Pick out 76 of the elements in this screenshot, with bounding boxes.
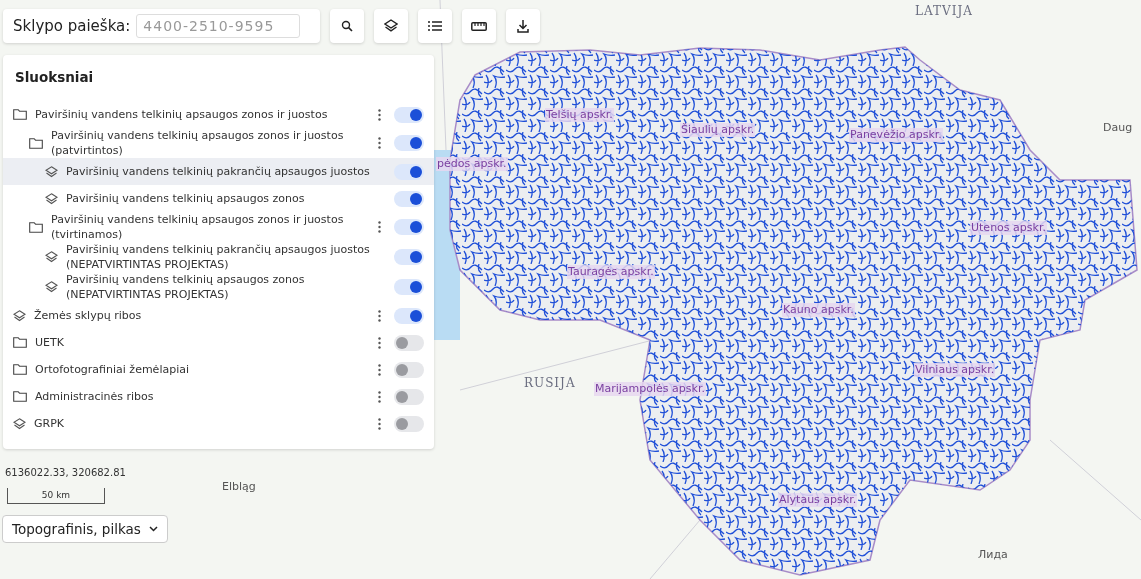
more-icon[interactable] [377, 137, 381, 149]
toggle-switch[interactable] [394, 415, 424, 432]
more-icon[interactable] [377, 363, 381, 376]
search-label: Sklypo paieška: [13, 17, 131, 35]
folder-icon [29, 137, 43, 149]
map-label: Marijampolės apskr. [594, 382, 706, 396]
map-label: Alytaus apskr. [778, 493, 858, 507]
map-label: Utenos apskr. [970, 221, 1047, 235]
layer-name[interactable]: Administracinės ribos [35, 389, 154, 404]
layer-name[interactable]: Žemės sklypų ribos [34, 308, 142, 323]
layers-icon [45, 251, 58, 263]
more-icon[interactable] [377, 336, 381, 349]
map-label: Лида [978, 548, 1008, 562]
more-icon[interactable] [377, 221, 381, 233]
map-label: RUSIJA [524, 376, 576, 390]
search-button[interactable] [330, 9, 364, 43]
folder-icon [13, 364, 27, 375]
layer-name[interactable]: Paviršinių vandens telkinių pakrančių apsaugos juostos [66, 164, 370, 179]
layers-icon [384, 19, 398, 33]
layer-name[interactable]: Paviršinių vandens telkinių pakrančių apsaugos juostos (NEPATVIRTINTAS PROJEKTAS) [66, 242, 370, 272]
map-label: Elbląg [222, 480, 256, 494]
ruler-icon [471, 21, 487, 31]
toggle-switch[interactable] [394, 307, 424, 324]
download-icon [517, 19, 529, 33]
map-label: Kauno apskr. [782, 303, 855, 317]
folder-icon [13, 109, 27, 120]
chevron-down-icon [148, 526, 158, 532]
search-icon [341, 20, 353, 32]
list-icon [428, 20, 442, 32]
toggle-switch[interactable] [394, 135, 424, 151]
map-label: Šiaulių apskr. [680, 123, 756, 137]
layers-icon [45, 281, 58, 293]
folder-icon [29, 221, 43, 233]
layers-icon [45, 165, 58, 178]
toggle-switch[interactable] [394, 249, 424, 265]
more-icon[interactable] [377, 417, 381, 430]
toggle-switch[interactable] [394, 279, 424, 295]
toggle-switch[interactable] [394, 334, 424, 351]
layer-name[interactable]: Paviršinių vandens telkinių apsaugos zonos [66, 191, 305, 206]
layer-name[interactable]: Ortofotografiniai žemėlapiai [35, 362, 190, 377]
toggle-switch[interactable] [394, 361, 424, 378]
folder-icon [13, 391, 27, 402]
layer-name[interactable]: Paviršinių vandens telkinių apsaugos zonos ir juostos [35, 107, 328, 122]
layers-icon [13, 309, 26, 322]
layer-name[interactable]: Paviršinių vandens telkinių apsaugos zonos ir juostos (patvirtintos) [51, 128, 369, 158]
toggle-switch[interactable] [394, 388, 424, 405]
folder-icon [13, 337, 27, 348]
layer-name[interactable]: GRPK [34, 416, 64, 431]
coordinates-text: 6136022.33, 320682.81 [5, 467, 126, 478]
map-label: Panevėžio apskr. [849, 128, 943, 142]
map-label: LATVIJA [915, 4, 973, 18]
list-button[interactable] [418, 9, 452, 43]
scale-bar: 50 km [7, 488, 105, 504]
basemap-dropdown[interactable]: Topografinis, pilkas [2, 515, 168, 543]
layers-button[interactable] [374, 9, 408, 43]
search-field[interactable]: 4400-2510-9595 [136, 14, 301, 38]
layer-name[interactable]: Paviršinių vandens telkinių apsaugos zonos (NEPATVIRTINTAS PROJEKTAS) [66, 272, 370, 302]
layer-name[interactable]: UETK [35, 335, 64, 350]
layer-name[interactable]: Paviršinių vandens telkinių apsaugos zonos ir juostos (tvirtinamos) [51, 212, 369, 242]
more-icon[interactable] [377, 309, 381, 322]
map-label: Vilniaus apskr. [914, 363, 996, 377]
map-label: Daug [1103, 121, 1133, 135]
map-label: Telšių apskr. [545, 108, 614, 122]
layers-icon [13, 417, 26, 430]
toggle-switch[interactable] [394, 106, 424, 123]
panel-title: Sluoksniai [14, 68, 95, 87]
measure-button[interactable] [462, 9, 496, 43]
toggle-switch[interactable] [394, 190, 424, 207]
toggle-switch[interactable] [394, 163, 424, 180]
toggle-switch[interactable] [394, 219, 424, 235]
layers-icon [45, 192, 58, 205]
more-icon[interactable] [377, 108, 381, 121]
more-icon[interactable] [377, 390, 381, 403]
download-button[interactable] [506, 9, 540, 43]
map-label: pėdos apskr. [436, 157, 508, 171]
map-label: Tauragės apskr. [567, 265, 655, 279]
